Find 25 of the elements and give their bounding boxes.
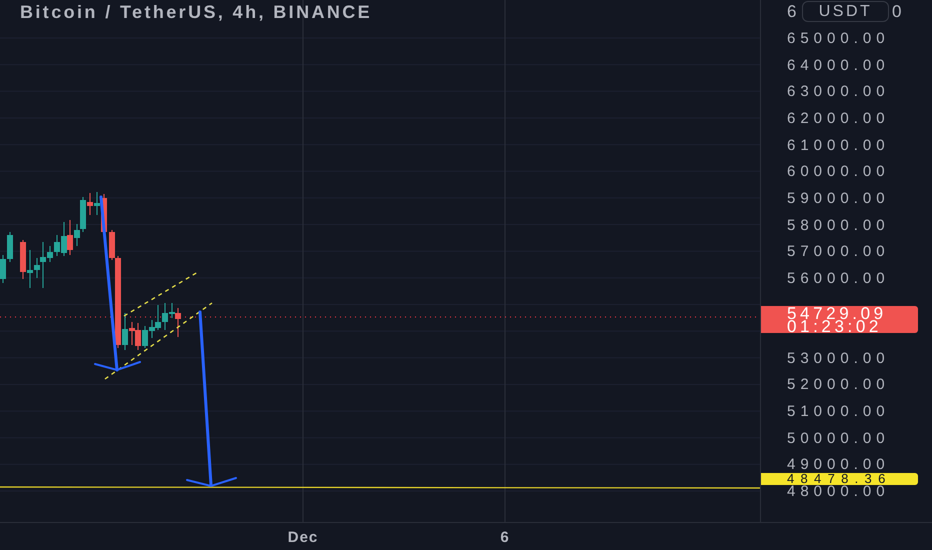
price-axis-label: 58000.00 [787,218,890,233]
time-axis-label: Dec [288,529,318,546]
price-axis-label: 65000.00 [787,32,890,46]
price-axis-label: 59000.00 [787,192,890,206]
chart-title: Bitcoin / TetherUS, 4h, BINANCE [20,2,372,23]
price-axis-label: 56000.00 [787,272,890,286]
price-axis-label: 0 [892,3,902,21]
price-axis-label: 64000.00 [787,58,890,73]
price-axis-label: 63000.00 [787,85,890,100]
bar-countdown: 01:23:02 [787,320,882,333]
price-axis-label: 62000.00 [787,112,890,126]
price-axis-label: 50000.00 [787,432,890,446]
price-axis-label: 53000.00 [787,352,890,366]
price-axis-label: 6 [787,3,796,21]
last-price: 54729.09 [787,307,888,320]
target-price-label: 48478.36 [761,473,918,485]
price-axis-label: 60000.00 [787,165,890,180]
price-axis-label: 51000.00 [787,405,890,420]
currency-button[interactable]: USDT [802,1,889,22]
price-axis-label: 48000.00 [787,485,890,500]
price-axis-label: 52000.00 [787,378,890,392]
price-axis-label: 61000.00 [787,138,890,153]
price-axis-label: 49000.00 [787,458,890,472]
price-axis-label: 57000.00 [787,245,890,260]
time-axis-label: 6 [500,529,510,546]
